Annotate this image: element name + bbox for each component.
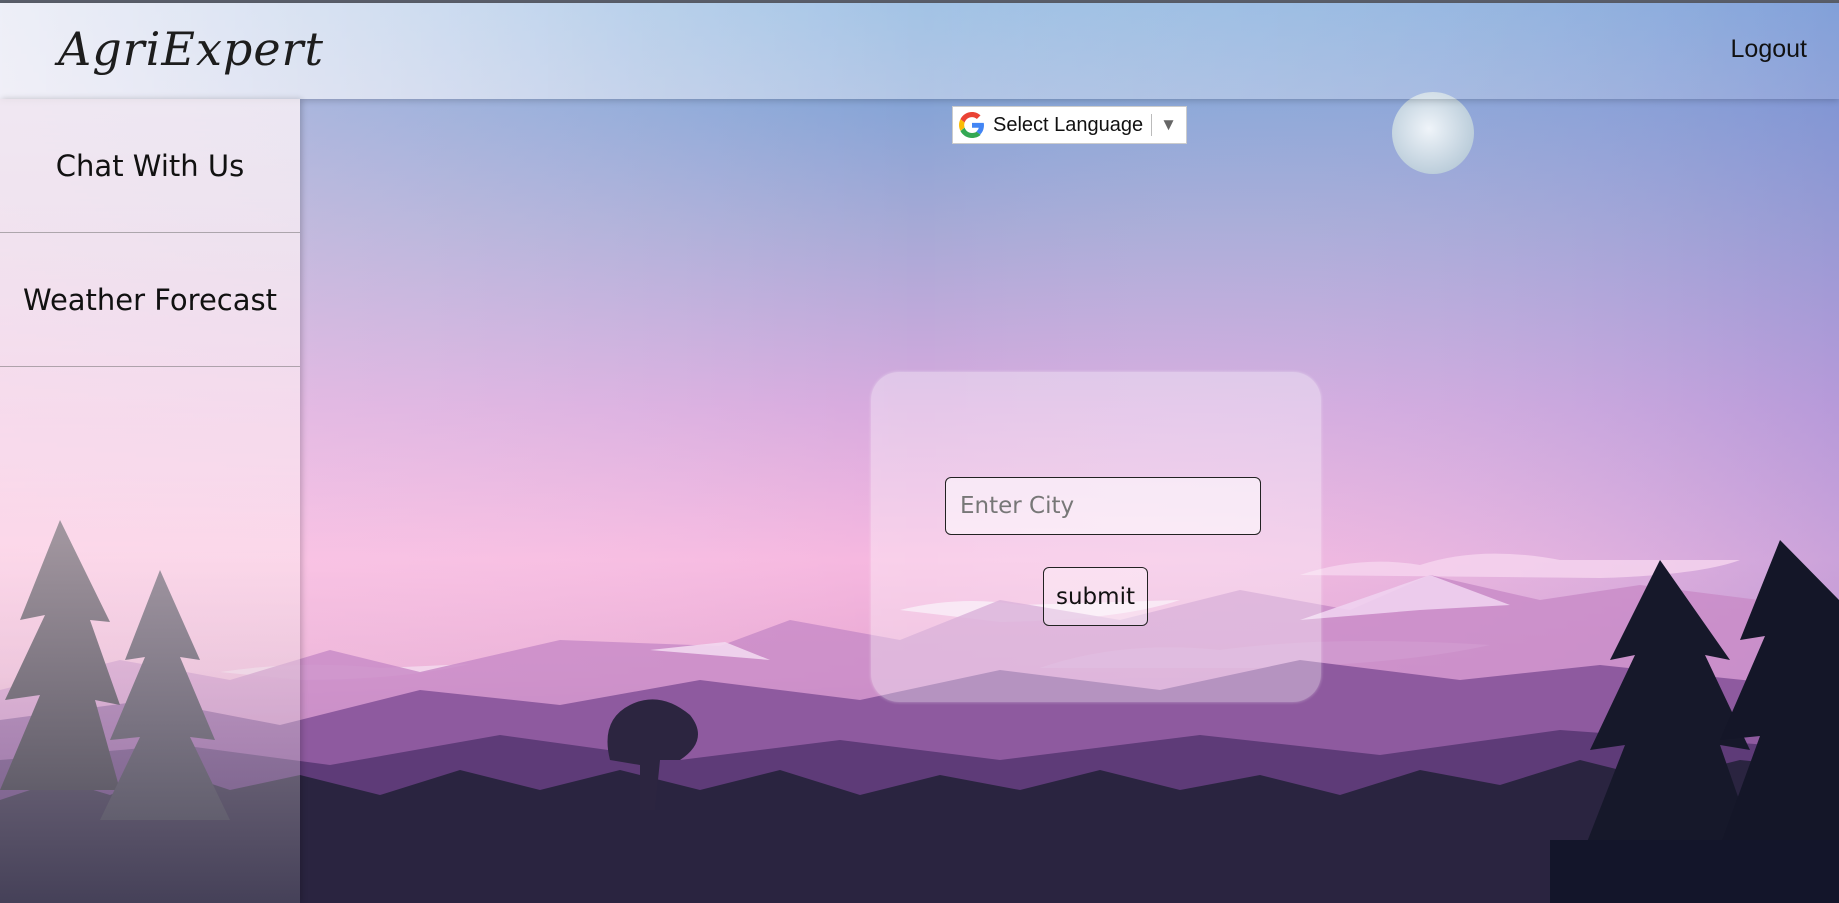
sidebar-item-label: Chat With Us <box>55 148 245 183</box>
city-input[interactable] <box>945 477 1261 535</box>
language-selector[interactable]: Select Language ▼ <box>952 106 1187 144</box>
logout-link[interactable]: Logout <box>1731 35 1807 64</box>
sidebar-item-chat[interactable]: Chat With Us <box>0 99 300 233</box>
language-selector-label: Select Language <box>993 113 1144 136</box>
sidebar-item-weather[interactable]: Weather Forecast <box>0 233 300 367</box>
submit-button[interactable]: submit <box>1043 567 1148 626</box>
site-logo[interactable]: AgriExpert <box>58 11 323 87</box>
top-navbar: AgriExpert Logout <box>0 3 1839 99</box>
sidebar-item-label: Weather Forecast <box>22 282 278 317</box>
dropdown-caret-icon: ▼ <box>1160 115 1177 134</box>
google-g-icon <box>959 112 984 138</box>
weather-search-card: submit <box>871 372 1321 702</box>
sidebar: Chat With Us Weather Forecast <box>0 99 300 903</box>
divider <box>1151 114 1153 136</box>
